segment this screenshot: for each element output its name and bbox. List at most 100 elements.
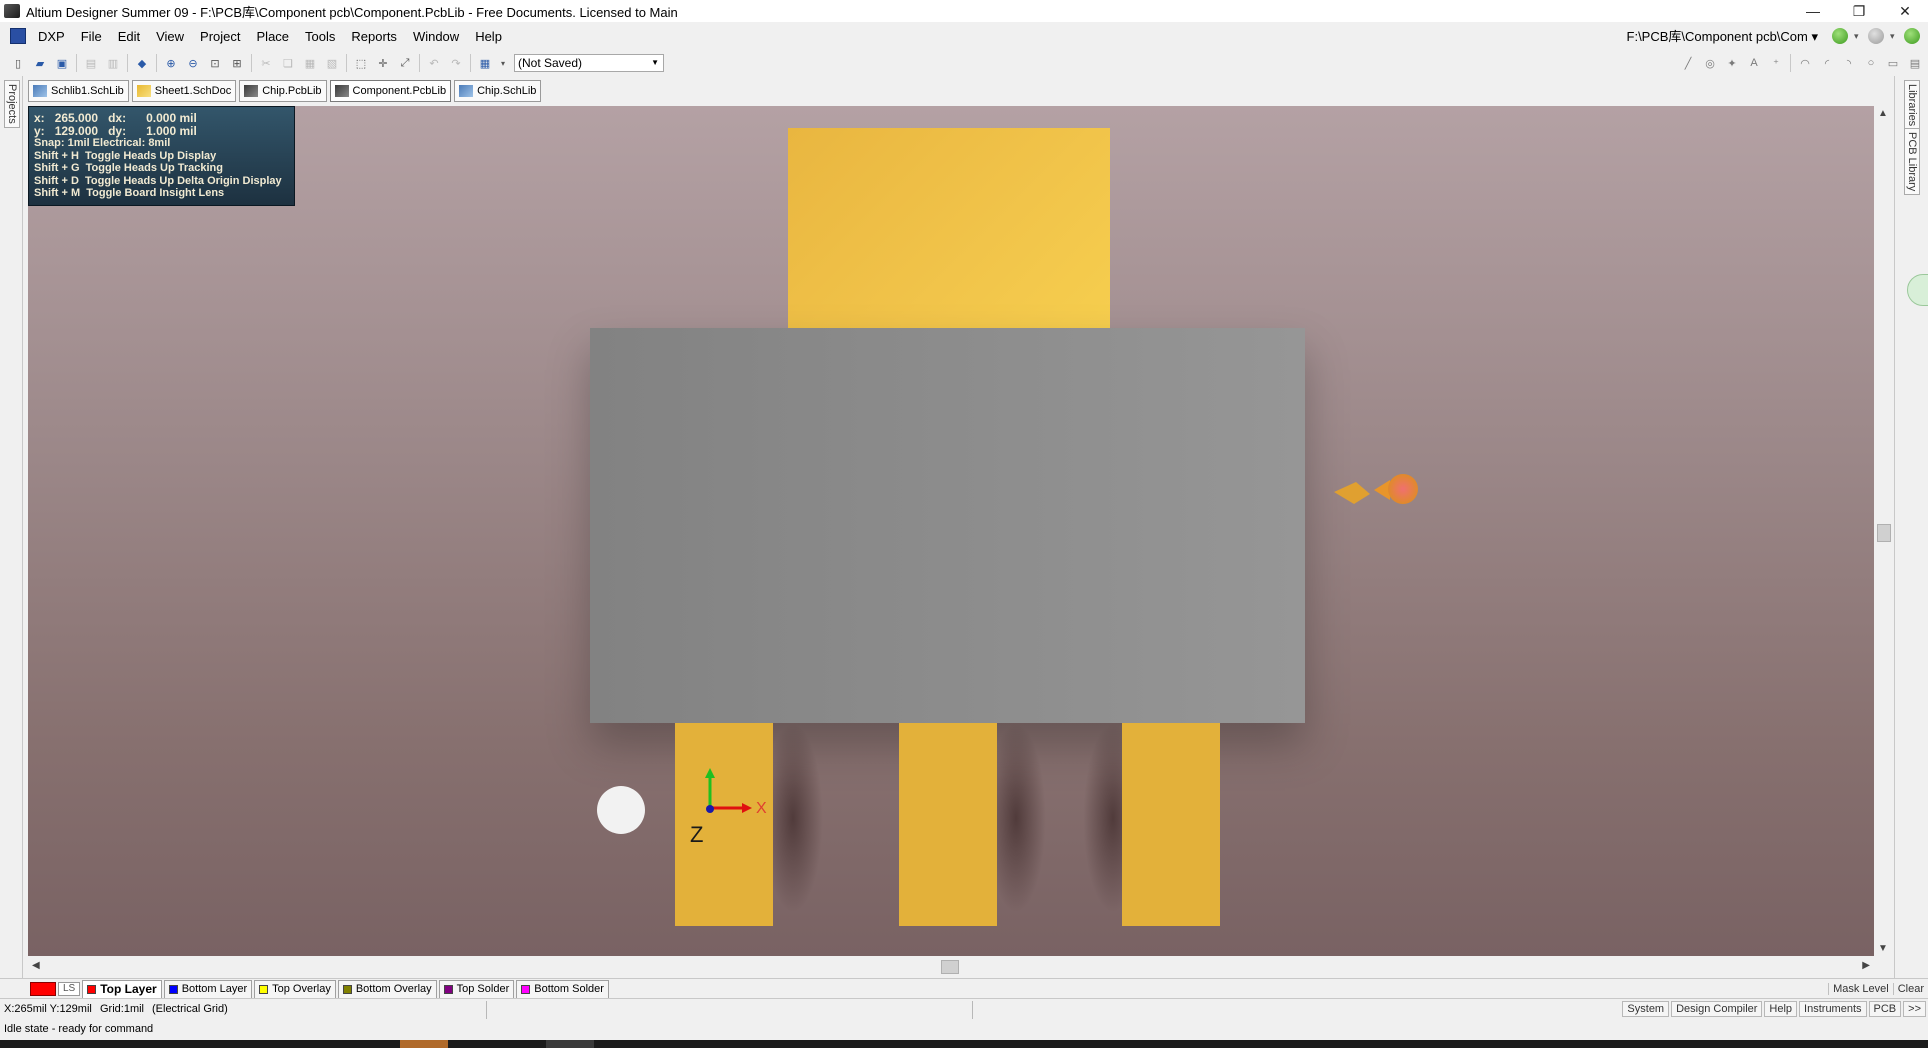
forward-dropdown-icon[interactable]: ▾ [1890,28,1898,44]
rubber-stamp-icon[interactable]: ▧ [324,55,340,71]
full-circle-icon[interactable]: ○ [1863,55,1879,71]
pcb-panel-button[interactable]: PCB [1868,1001,1902,1017]
system-panel-button[interactable]: System [1622,1001,1670,1017]
tab-schlib1[interactable]: Schlib1.SchLib [28,80,129,102]
pad-top[interactable] [788,128,1110,328]
more-panels-button[interactable]: >> [1903,1001,1926,1017]
layer-tab-bottom-solder[interactable]: Bottom Solder [516,979,609,998]
window-title: Altium Designer Summer 09 - F:\PCB库\Comp… [26,4,678,20]
mask-level-button[interactable]: Mask Level [1828,983,1893,995]
tab-chip-pcblib[interactable]: Chip.PcbLib [239,80,327,102]
layer-tab-top-solder[interactable]: Top Solder [438,979,515,998]
tab-sheet1[interactable]: Sheet1.SchDoc [131,80,237,102]
vertical-scrollbar[interactable]: ▲ ▼ [1874,106,1894,956]
scroll-down-icon[interactable]: ▼ [1878,943,1888,954]
undo-icon[interactable]: ↶ [426,55,442,71]
instruments-panel-button[interactable]: Instruments [1799,1001,1867,1017]
menu-view[interactable]: View [148,29,192,44]
menu-project[interactable]: Project [192,29,248,44]
menu-edit[interactable]: Edit [110,29,148,44]
place-pad-icon[interactable]: ◎ [1702,55,1718,71]
arc-any-icon[interactable]: ◝ [1841,55,1857,71]
menu-file[interactable]: File [73,29,110,44]
component-body[interactable] [590,328,1305,723]
redo-icon[interactable]: ↷ [448,55,464,71]
menu-reports[interactable]: Reports [343,29,405,44]
taskbar-item[interactable] [546,1040,594,1048]
layer-tab-bottom-overlay[interactable]: Bottom Overlay [337,979,437,998]
save-icon[interactable]: ▣ [54,55,70,71]
back-icon[interactable] [1832,28,1848,44]
pcb-3d-canvas[interactable]: X Z x: 265.000 dx: 0.000 mil y: 129.000 … [28,106,1874,956]
zoom-in-icon[interactable]: ⊕ [163,55,179,71]
home-icon[interactable] [1904,28,1920,44]
new-file-icon[interactable]: ▯ [10,55,26,71]
pcb-library-panel-tab[interactable]: PCB Library [1904,128,1920,196]
place-line-icon[interactable]: ╱ [1680,55,1696,71]
layer-color-swatch [168,984,178,994]
side-launcher-icon[interactable] [1907,274,1928,306]
menu-dxp[interactable]: DXP [30,29,73,44]
place-coordinate-icon[interactable]: ⁺ [1768,55,1784,71]
paste-icon[interactable]: ▦ [302,55,318,71]
menu-help[interactable]: Help [467,29,510,44]
layer-tab-top-overlay[interactable]: Top Overlay [254,979,336,998]
place-string-icon[interactable]: A [1746,55,1762,71]
devices-view-icon[interactable]: ◆ [134,55,150,71]
zoom-area-icon[interactable]: ⊞ [229,55,245,71]
horizontal-scrollbar[interactable]: ◀ ▶ [28,956,1874,978]
scroll-right-icon[interactable]: ▶ [1862,960,1870,971]
pad-bottom-3[interactable] [1122,723,1220,926]
restore-button[interactable]: ❐ [1836,0,1882,22]
move-selection-icon[interactable]: ✛ [375,55,391,71]
layer-tab-top-layer[interactable]: Top Layer [82,979,162,998]
document-path-combo[interactable]: F:\PCB库\Component pcb\Com ▾ [1627,26,1818,45]
cut-icon[interactable]: ✂ [258,55,274,71]
menu-place[interactable]: Place [249,29,298,44]
fill-icon[interactable]: ▭ [1885,55,1901,71]
clear-button[interactable]: Clear [1892,983,1928,995]
copy-icon[interactable]: ❏ [280,55,296,71]
libraries-panel-tab[interactable]: Libraries [1904,80,1920,131]
grid-icon[interactable]: ▦ [477,55,493,71]
hud-y-label: y: [34,123,45,138]
zoom-out-icon[interactable]: ⊖ [185,55,201,71]
menu-tools[interactable]: Tools [297,29,343,44]
select-area-icon[interactable]: ⬚ [353,55,369,71]
deselect-icon[interactable]: ⤢ [397,55,413,71]
forward-icon[interactable] [1868,28,1884,44]
axis-gizmo: X Z [690,768,767,844]
current-layer-color[interactable] [30,981,56,996]
dxp-logo-icon [10,28,26,44]
scroll-up-icon[interactable]: ▲ [1878,108,1888,119]
vertical-scroll-thumb[interactable] [1877,524,1891,542]
grid-dropdown-icon[interactable]: ▾ [499,55,507,71]
pcblib-file-icon [244,85,259,97]
design-compiler-panel-button[interactable]: Design Compiler [1671,1001,1763,1017]
layer-set-button[interactable]: LS [58,981,81,996]
tab-label: Schlib1.SchLib [51,85,124,97]
arc-edge-icon[interactable]: ◜ [1819,55,1835,71]
help-panel-button[interactable]: Help [1764,1001,1798,1017]
open-folder-icon[interactable]: ▰ [32,55,48,71]
pad-bottom-2[interactable] [899,723,997,926]
horizontal-scroll-thumb[interactable] [941,960,959,974]
pin1-marker [597,786,645,834]
print-preview-icon[interactable]: ▥ [105,55,121,71]
back-dropdown-icon[interactable]: ▾ [1854,28,1862,44]
array-paste-icon[interactable]: ▤ [1907,55,1923,71]
arc-center-icon[interactable]: ◠ [1797,55,1813,71]
close-button[interactable]: ✕ [1882,0,1928,22]
fit-document-icon[interactable]: ⊡ [207,55,223,71]
tab-chip-schlib[interactable]: Chip.SchLib [454,80,542,102]
scroll-left-icon[interactable]: ◀ [32,960,40,971]
minimize-button[interactable]: — [1790,0,1836,22]
print-icon[interactable]: ▤ [83,55,99,71]
place-via-icon[interactable]: ✦ [1724,55,1740,71]
layer-tab-bottom-layer[interactable]: Bottom Layer [163,979,253,998]
projects-panel-tab[interactable]: Projects [4,80,20,128]
tab-component-pcblib[interactable]: Component.PcbLib [329,80,452,102]
menu-window[interactable]: Window [405,29,467,44]
taskbar-item[interactable] [400,1040,448,1048]
variant-combo[interactable]: (Not Saved) ▼ [514,54,664,72]
